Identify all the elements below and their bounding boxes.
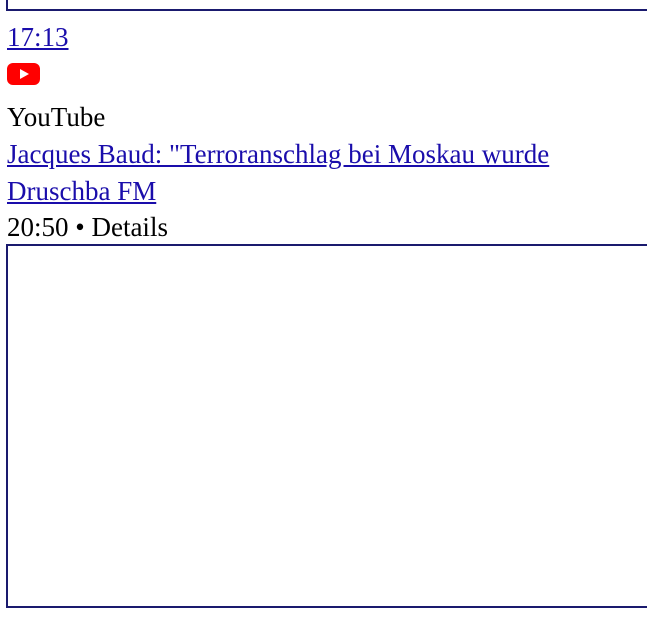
video-duration: 20:50 bbox=[7, 212, 69, 242]
video-meta: 20:50 • Details bbox=[7, 212, 168, 242]
youtube-icon bbox=[7, 63, 40, 85]
channel-link[interactable]: Druschba FM bbox=[7, 176, 156, 206]
video-embed-frame[interactable] bbox=[6, 244, 647, 608]
details-label: Details bbox=[91, 212, 168, 242]
meta-separator: • bbox=[75, 212, 85, 242]
source-label: YouTube bbox=[7, 102, 106, 132]
video-thumbnail-frame[interactable] bbox=[6, 0, 647, 11]
video-title-link[interactable]: Jacques Baud: "Terroranschlag bei Moskau… bbox=[7, 139, 549, 169]
video-duration-link[interactable]: 17:13 bbox=[7, 22, 69, 52]
